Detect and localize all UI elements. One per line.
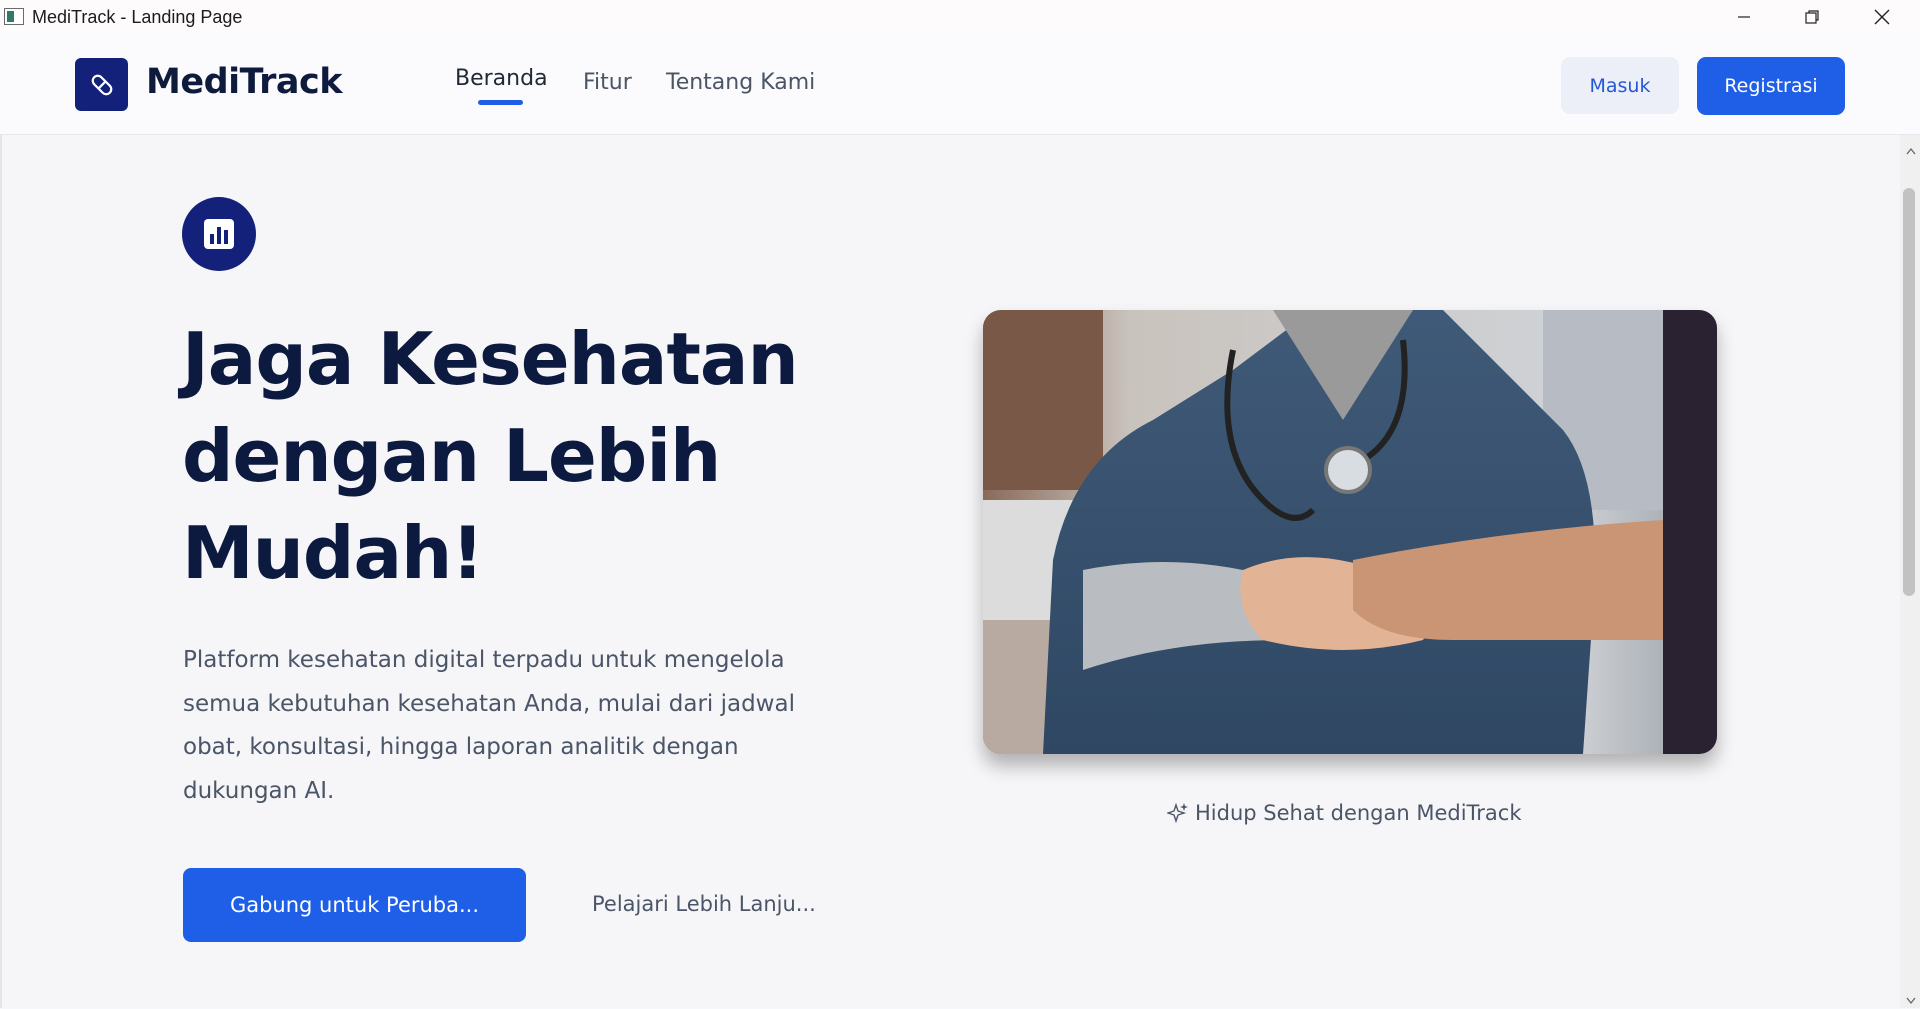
- scroll-down-icon[interactable]: [1906, 990, 1916, 1009]
- brand-name[interactable]: MediTrack: [146, 62, 343, 102]
- scrollbar-thumb[interactable]: [1903, 188, 1915, 596]
- image-caption-text: Hidup Sehat dengan MediTrack: [1195, 801, 1522, 825]
- window-title: MediTrack - Landing Page: [32, 7, 243, 27]
- learn-more-link[interactable]: Pelajari Lebih Lanju...: [592, 892, 816, 916]
- hero-headline: Jaga Kesehatan dengan Lebih Mudah!: [182, 317, 799, 595]
- register-button[interactable]: Registrasi: [1697, 57, 1845, 115]
- minimize-icon[interactable]: [1710, 0, 1778, 34]
- image-caption: Hidup Sehat dengan MediTrack: [1167, 801, 1522, 825]
- close-icon[interactable]: [1848, 0, 1916, 34]
- top-navbar: MediTrack Beranda Fitur Tentang Kami Mas…: [0, 34, 1920, 135]
- app-icon: [4, 8, 24, 25]
- nav-item-fitur[interactable]: Fitur: [583, 70, 632, 95]
- login-button[interactable]: Masuk: [1561, 57, 1679, 114]
- bar-chart-icon: [182, 197, 256, 271]
- nav-item-tentang-kami[interactable]: Tentang Kami: [666, 70, 815, 95]
- restore-icon[interactable]: [1778, 0, 1846, 34]
- nurse-holding-hands-image: [983, 310, 1717, 754]
- window-titlebar: MediTrack - Landing Page: [0, 0, 1920, 34]
- pill-icon[interactable]: [75, 58, 128, 111]
- scroll-up-icon[interactable]: [1906, 140, 1916, 159]
- active-nav-indicator: [478, 100, 523, 105]
- hero-section: Jaga Kesehatan dengan Lebih Mudah! Platf…: [0, 135, 1900, 1008]
- hero-photo: [983, 310, 1717, 754]
- join-button[interactable]: Gabung untuk Peruba...: [183, 868, 526, 942]
- sparkle-icon: [1167, 802, 1188, 824]
- hero-description: Platform kesehatan digital terpadu untuk…: [183, 647, 795, 804]
- nav-item-beranda[interactable]: Beranda: [455, 66, 548, 91]
